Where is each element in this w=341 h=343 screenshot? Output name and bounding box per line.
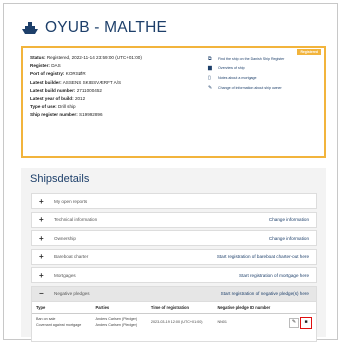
fact-builder: Latest builder: ASSENS SKIBSVÆRFT A/S (30, 79, 122, 85)
ship-facts: Status: Registered, 2022-11-14 23:59:00 … (30, 54, 142, 120)
start-bareboat-registration-link[interactable]: Start registration of bareboat charter-o… (217, 254, 309, 259)
action-notes-link[interactable]: ▯ Notes about a mortgage (208, 73, 284, 83)
shipdetails-title: Shipsdetails (30, 173, 90, 185)
ship-info-box: Registered Status: Registered, 2022-11-1… (21, 46, 326, 158)
cell-actions: ✎ ■ (281, 313, 316, 332)
change-information-link[interactable]: Change information (269, 217, 309, 222)
ship-icon (22, 22, 38, 34)
accordion-technical-information[interactable]: + Technical information Change informati… (31, 211, 317, 228)
fact-register-number: Ship register number: S19992896 (30, 112, 103, 118)
expand-icon: + (39, 196, 44, 206)
column-header-time: Time of registration (146, 301, 214, 314)
column-header-parties: Parties (91, 301, 147, 314)
expand-icon: + (39, 233, 44, 243)
negative-pledges-panel: Type Parties Time of registration Negati… (31, 301, 317, 342)
cell-type: Ban on sale Covenant against mortgage (36, 317, 82, 327)
cell-parties: Anders Carlsen (Pledger) Anders Carlsen … (95, 317, 138, 327)
fact-status: Status: Registered, 2022-11-14 23:59:00 … (30, 55, 142, 60)
action-change-owner-link[interactable]: ✎ Change of information about ship owner (208, 83, 284, 93)
pencil-icon: ✎ (291, 318, 297, 325)
cell-time: 2023-03-19 12:00 (UTC+01:00) (150, 319, 203, 324)
fact-register: Register: DAS (30, 63, 61, 69)
edit-button[interactable]: ✎ (288, 317, 299, 328)
expand-icon: + (39, 215, 44, 224)
page-frame: OYUB - MALTHE Registered Status: Registe… (3, 3, 338, 342)
column-header-actions (281, 301, 316, 314)
file-icon: ▯ (208, 74, 211, 81)
table-header-row: Type Parties Time of registration Negati… (32, 301, 316, 314)
trash-icon: ■ (304, 318, 308, 325)
action-overview-link[interactable]: ▆ Overview of ship (208, 64, 284, 74)
column-header-type: Type (32, 301, 92, 314)
accordion-bareboat-charter[interactable]: + Bareboat charter Start registration of… (31, 248, 317, 265)
start-negative-pledge-registration-link[interactable]: Start registration of negative pledge(s)… (221, 291, 309, 296)
action-find-ship-link[interactable]: ⧉ Find the ship on the Danish Ship Regist… (208, 54, 284, 64)
cell-id: NN01 (217, 319, 227, 324)
start-mortgage-registration-link[interactable]: Start registration of mortgage here (239, 273, 309, 278)
accordion-negative-pledges[interactable]: − Negative pledges Start registration of… (31, 285, 317, 302)
pencil-icon: ✎ (208, 84, 213, 91)
fact-build-year: Latest year of build: 2012 (30, 96, 86, 102)
change-information-link[interactable]: Change information (269, 236, 309, 241)
accordion-my-open-reports[interactable]: + My open reports (31, 193, 317, 209)
page-title: OYUB - MALTHE (21, 19, 167, 37)
ship-actions: ⧉ Find the ship on the Danish Ship Regist… (208, 54, 284, 92)
column-header-id: Negative pledge ID number (213, 301, 282, 314)
expand-icon: + (39, 252, 44, 261)
status-badge: Registered (297, 49, 321, 55)
accordion-ownership[interactable]: + Ownership Change information (31, 230, 317, 246)
fact-build-number: Latest build number: 2711000452 (30, 87, 102, 93)
delete-button[interactable]: ■ (300, 316, 312, 329)
document-icon: ▆ (208, 65, 212, 72)
fact-port: Port of registry: KORSØR (30, 71, 86, 77)
ship-name-heading: OYUB - MALTHE (45, 19, 168, 36)
fact-type-of-use: Type of use: Drill ship (30, 104, 76, 110)
table-row: Ban on sale Covenant against mortgage An… (32, 313, 316, 332)
external-link-icon: ⧉ (208, 55, 212, 62)
expand-icon: + (39, 270, 44, 280)
negative-pledges-table: Type Parties Time of registration Negati… (32, 301, 316, 332)
collapse-icon: − (39, 289, 44, 298)
accordion-mortgages[interactable]: + Mortgages Start registration of mortga… (31, 267, 317, 283)
shipdetails-section: Shipsdetails + My open reports + Technic… (21, 168, 326, 342)
